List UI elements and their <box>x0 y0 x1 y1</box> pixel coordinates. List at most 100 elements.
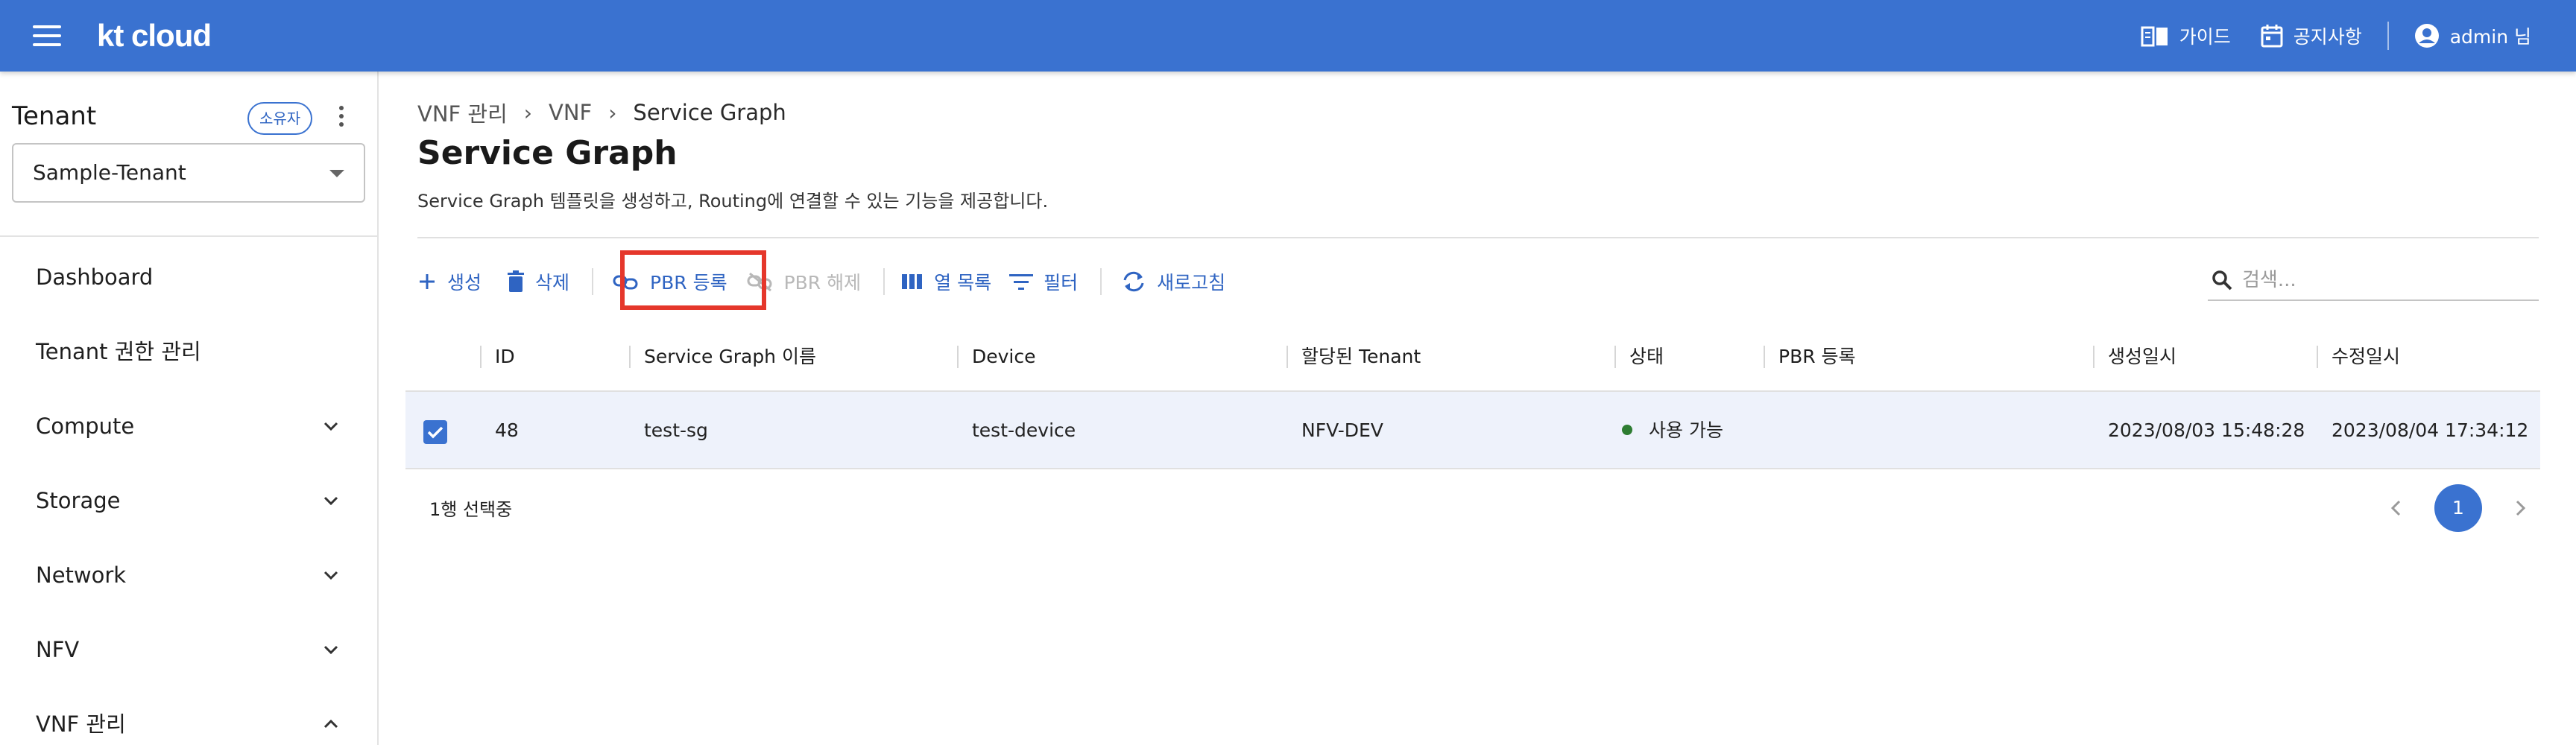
page-description: Service Graph 템플릿을 생성하고, Routing에 연결할 수 … <box>417 191 1049 212</box>
column-header-tenant[interactable]: 할당된 Tenant <box>1287 322 1421 392</box>
chevron-down-icon <box>323 645 338 655</box>
status-label: 사용 가능 <box>1649 419 1723 441</box>
check-icon <box>427 426 443 439</box>
cell-tenant: NFV-DEV <box>1301 419 1383 441</box>
pbr-register-button[interactable]: PBR 등록 <box>613 268 727 295</box>
prev-page-button[interactable] <box>2385 497 2408 519</box>
toolbar-divider <box>592 268 594 295</box>
chevron-up-icon <box>323 719 338 729</box>
sidebar-item-tenant-permission[interactable]: Tenant 권한 관리 <box>0 322 377 381</box>
column-header-status[interactable]: 상태 <box>1614 322 1664 392</box>
page-number-button[interactable]: 1 <box>2434 484 2482 532</box>
sidebar: Tenant 소유자 Sample-Tenant Dashboard Tenan… <box>0 72 379 745</box>
service-graph-table: ID Service Graph 이름 Device 할당된 Tenant 상태… <box>405 322 2540 469</box>
toolbar: 생성 삭제 PBR 등록 PBR 해제 열 목록 필터 새로고침 <box>417 264 1225 299</box>
chevron-right-icon: › <box>608 100 617 125</box>
pbr-release-label: PBR 해제 <box>783 272 862 294</box>
top-app-bar: kt cloud 가이드 공지사항 admin 님 <box>0 0 2576 72</box>
search-icon <box>2212 270 2232 291</box>
sidebar-divider <box>0 235 377 237</box>
chevron-left-icon <box>2390 500 2401 516</box>
table-row[interactable]: 48 test-sg test-device NFV-DEV 사용 가능 202… <box>405 392 2540 469</box>
column-header-device[interactable]: Device <box>957 322 1036 392</box>
columns-button[interactable]: 열 목록 <box>901 268 991 295</box>
next-page-button[interactable] <box>2509 497 2531 519</box>
notice-link[interactable]: 공지사항 <box>2261 22 2362 49</box>
selection-count: 1행 선택중 <box>429 499 513 520</box>
row-checkbox[interactable] <box>423 420 447 444</box>
sidebar-item-storage[interactable]: Storage <box>0 471 377 530</box>
column-header-name[interactable]: Service Graph 이름 <box>629 322 816 392</box>
tenant-select[interactable]: Sample-Tenant <box>12 143 365 203</box>
owner-chip[interactable]: 소유자 <box>247 102 313 135</box>
refresh-label: 새로고침 <box>1157 272 1226 294</box>
chevron-down-icon <box>323 496 338 506</box>
column-header-created[interactable]: 생성일시 <box>2093 322 2176 392</box>
chevron-down-icon <box>323 571 338 580</box>
guide-label: 가이드 <box>2179 26 2231 48</box>
sidebar-item-label: VNF 관리 <box>36 711 126 737</box>
toolbar-divider <box>1100 268 1102 295</box>
sidebar-item-vnf-management[interactable]: VNF 관리 <box>0 694 377 745</box>
column-header-pbr[interactable]: PBR 등록 <box>1764 322 1856 392</box>
breadcrumb: VNF 관리 › VNF › Service Graph <box>417 97 786 128</box>
book-icon <box>2141 26 2168 47</box>
plus-icon <box>420 274 435 289</box>
filter-button[interactable]: 필터 <box>1009 268 1078 295</box>
sidebar-item-label: Tenant 권한 관리 <box>36 339 201 364</box>
sidebar-item-dashboard[interactable]: Dashboard <box>0 247 377 307</box>
user-label: admin 님 <box>2449 26 2531 48</box>
more-vert-icon[interactable] <box>334 106 349 133</box>
chevron-right-icon: › <box>523 100 532 125</box>
pbr-register-label: PBR 등록 <box>650 272 727 294</box>
cell-name: test-sg <box>644 419 708 441</box>
sidebar-item-network[interactable]: Network <box>0 545 377 605</box>
page-title: Service Graph <box>417 134 678 172</box>
pbr-release-button[interactable]: PBR 해제 <box>747 268 862 295</box>
search-field[interactable] <box>2208 261 2539 301</box>
breadcrumb-item[interactable]: VNF 관리 <box>417 97 508 128</box>
sidebar-item-label: Compute <box>36 413 135 439</box>
dropdown-arrow-icon <box>329 170 344 177</box>
delete-label: 삭제 <box>535 272 570 294</box>
table-header: ID Service Graph 이름 Device 할당된 Tenant 상태… <box>405 322 2540 392</box>
column-header-modified[interactable]: 수정일시 <box>2317 322 2400 392</box>
breadcrumb-item[interactable]: VNF <box>549 100 592 125</box>
sidebar-item-label: Storage <box>36 488 121 513</box>
breadcrumb-current: Service Graph <box>633 100 786 125</box>
account-circle-icon <box>2414 24 2439 48</box>
user-menu[interactable]: admin 님 <box>2414 22 2531 49</box>
sidebar-item-label: NFV <box>36 637 80 662</box>
sidebar-item-label: Network <box>36 562 127 588</box>
view-column-icon <box>902 274 923 289</box>
kt-cloud-logo[interactable]: kt cloud <box>97 16 212 55</box>
cell-status: 사용 가능 <box>1622 392 1723 469</box>
column-header-id[interactable]: ID <box>480 322 515 392</box>
refresh-button[interactable]: 새로고침 <box>1121 268 1225 295</box>
cell-device: test-device <box>972 419 1076 441</box>
notice-label: 공지사항 <box>2293 26 2362 48</box>
menu-icon[interactable] <box>33 25 61 46</box>
cell-modified: 2023/08/04 17:34:12 <box>2332 419 2529 441</box>
refresh-icon <box>1123 271 1144 292</box>
header-divider <box>2387 22 2389 50</box>
link-icon <box>613 275 638 290</box>
delete-button[interactable]: 삭제 <box>507 268 569 295</box>
sidebar-item-label: Dashboard <box>36 264 154 290</box>
search-input[interactable] <box>2242 269 2525 291</box>
chevron-right-icon <box>2516 500 2526 516</box>
guide-link[interactable]: 가이드 <box>2141 22 2231 49</box>
filter-icon <box>1009 274 1034 290</box>
filter-label: 필터 <box>1044 272 1079 294</box>
content-divider <box>417 237 2539 238</box>
cell-created: 2023/08/03 15:48:28 <box>2108 419 2305 441</box>
tenant-select-value: Sample-Tenant <box>33 160 186 185</box>
create-button[interactable]: 생성 <box>417 268 482 295</box>
link-off-icon <box>747 272 772 291</box>
header-actions: 가이드 공지사항 admin 님 <box>2141 19 2531 52</box>
cell-id: 48 <box>495 419 519 441</box>
tenant-label: Tenant <box>12 101 97 131</box>
sidebar-item-nfv[interactable]: NFV <box>0 620 377 679</box>
status-dot-icon <box>1622 425 1632 435</box>
sidebar-item-compute[interactable]: Compute <box>0 396 377 456</box>
